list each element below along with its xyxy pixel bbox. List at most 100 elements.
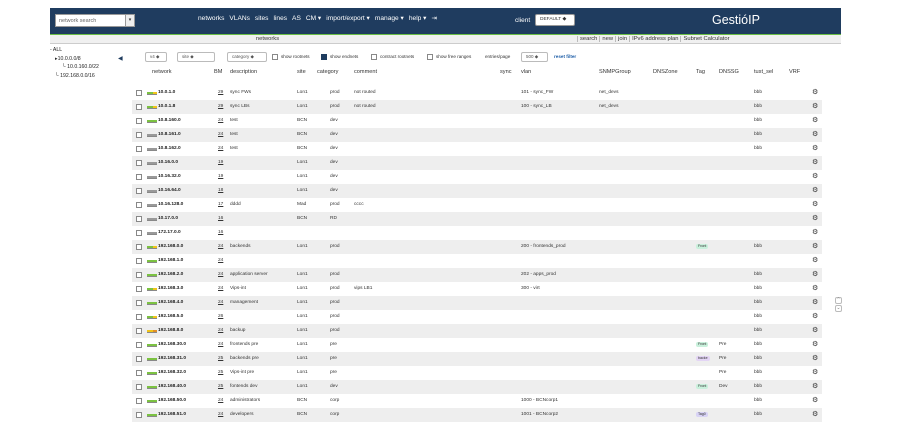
table-row[interactable]: 192.168.8.0 24 backup Lon1 prod bbb ⚙ xyxy=(132,324,822,338)
row-bitmask-link[interactable]: 24 xyxy=(218,282,223,296)
table-row[interactable]: 192.168.32.0 25 Vips-int pre Lon1 pre Pre bbb ⚙ xyxy=(132,366,822,380)
ip-version-select[interactable]: v4 ◆ xyxy=(145,52,167,62)
row-bitmask-link[interactable]: 24 xyxy=(218,296,223,310)
section-tab[interactable]: search xyxy=(577,36,600,42)
row-network-link[interactable]: 192.168.5.0 xyxy=(158,310,183,324)
row-network-link[interactable]: 192.168.32.0 xyxy=(158,366,186,380)
gear-icon[interactable]: ⚙ xyxy=(812,114,818,128)
nav-item[interactable]: AS xyxy=(292,15,301,22)
row-bitmask-link[interactable]: 24 xyxy=(218,394,223,408)
row-checkbox[interactable] xyxy=(136,202,142,208)
table-row[interactable]: 10.0.1.8 29 sync LBs Lon1 prod not routed 100 … xyxy=(132,100,822,114)
row-checkbox[interactable] xyxy=(136,258,142,264)
gear-icon[interactable]: ⚙ xyxy=(812,310,818,324)
row-checkbox[interactable] xyxy=(136,314,142,320)
table-row[interactable]: 192.168.4.0 24 management Lon1 prod bbb ⚙ xyxy=(132,296,822,310)
row-checkbox[interactable] xyxy=(136,286,142,292)
section-tab[interactable]: join xyxy=(615,36,630,42)
gear-icon[interactable]: ⚙ xyxy=(812,408,818,422)
row-bitmask-link[interactable]: 25 xyxy=(218,366,223,380)
row-bitmask-link[interactable]: 19 xyxy=(218,156,223,170)
nav-item[interactable]: help ▾ xyxy=(409,15,427,22)
gear-icon[interactable]: ⚙ xyxy=(812,324,818,338)
row-network-link[interactable]: 192.168.50.0 xyxy=(158,394,186,408)
row-network-link[interactable]: 10.0.1.8 xyxy=(158,100,175,114)
show-endnets-checkbox[interactable] xyxy=(321,54,327,60)
gear-icon[interactable]: ⚙ xyxy=(812,226,818,240)
row-checkbox[interactable] xyxy=(136,384,142,390)
column-header[interactable]: DNSSG xyxy=(719,69,739,75)
row-network-link[interactable]: 10.17.0.0 xyxy=(158,212,178,226)
column-header[interactable]: description xyxy=(230,69,257,75)
table-row[interactable]: 192.168.50.0 24 administrators BCN corp 1000 … xyxy=(132,394,822,408)
tree-item[interactable]: └ 10.0.160.0/22 xyxy=(50,63,116,72)
row-network-link[interactable]: 10.8.160.0 xyxy=(158,114,181,128)
row-bitmask-link[interactable]: 26 xyxy=(218,310,223,324)
row-network-link[interactable]: 10.16.32.0 xyxy=(158,170,181,184)
tree-item[interactable]: - ALL xyxy=(50,46,116,55)
gear-icon[interactable]: ⚙ xyxy=(812,254,818,268)
row-bitmask-link[interactable]: 24 xyxy=(218,128,223,142)
table-row[interactable]: 192.168.0.0 24 backends Lon1 prod 200 - front… xyxy=(132,240,822,254)
table-row[interactable]: 10.8.162.0 24 test BCN dev bbb ⚙ xyxy=(132,142,822,156)
table-row[interactable]: 10.0.1.0 29 sync FWs Lon1 prod not routed 101 … xyxy=(132,86,822,100)
row-bitmask-link[interactable]: 24 xyxy=(218,268,223,282)
network-search-input[interactable]: network search xyxy=(55,14,126,27)
row-network-link[interactable]: 192.168.4.0 xyxy=(158,296,183,310)
row-checkbox[interactable] xyxy=(136,300,142,306)
gear-icon[interactable]: ⚙ xyxy=(812,170,818,184)
table-row[interactable]: 10.16.128.0 17 dddd Mad prod cccc ⚙ xyxy=(132,198,822,212)
nav-item[interactable]: manage ▾ xyxy=(375,15,404,22)
search-dropdown-button[interactable]: ▾ xyxy=(125,14,135,27)
row-network-link[interactable]: 192.168.30.0 xyxy=(158,338,186,352)
show-rootnets-checkbox[interactable] xyxy=(272,54,278,60)
category-select[interactable]: category ◆ xyxy=(227,52,267,62)
row-checkbox[interactable] xyxy=(136,118,142,124)
column-header[interactable]: VRF xyxy=(789,69,800,75)
gear-icon[interactable]: ⚙ xyxy=(812,268,818,282)
row-network-link[interactable]: 10.16.128.0 xyxy=(158,198,183,212)
row-checkbox[interactable] xyxy=(136,90,142,96)
row-network-link[interactable]: 10.16.64.0 xyxy=(158,184,181,198)
show-free-ranges-checkbox[interactable] xyxy=(427,54,433,60)
gear-icon[interactable]: ⚙ xyxy=(812,352,818,366)
gear-icon[interactable]: ⚙ xyxy=(812,338,818,352)
nav-item[interactable]: ⇥ xyxy=(431,15,437,22)
site-select[interactable]: site ◆ xyxy=(177,52,215,62)
row-network-link[interactable]: 10.16.0.0 xyxy=(158,156,178,170)
section-tab[interactable]: Subnet Calculator xyxy=(680,36,732,42)
row-bitmask-link[interactable]: 24 xyxy=(218,324,223,338)
column-header[interactable]: category xyxy=(317,69,338,75)
row-bitmask-link[interactable]: 24 xyxy=(218,114,223,128)
column-header[interactable]: BM xyxy=(214,69,222,75)
row-network-link[interactable]: 10.0.1.0 xyxy=(158,86,175,100)
table-row[interactable]: 10.17.0.0 16 BCN RD ⚙ xyxy=(132,212,822,226)
contract-rootnets-checkbox[interactable] xyxy=(371,54,377,60)
row-bitmask-link[interactable]: 24 xyxy=(218,254,223,268)
gear-icon[interactable]: ⚙ xyxy=(812,128,818,142)
row-bitmask-link[interactable]: 25 xyxy=(218,352,223,366)
gear-icon[interactable]: ⚙ xyxy=(812,394,818,408)
row-checkbox[interactable] xyxy=(136,230,142,236)
section-tab[interactable]: new xyxy=(599,36,616,42)
row-checkbox[interactable] xyxy=(136,216,142,222)
table-row[interactable]: 192.168.30.0 24 frontends pre Lon1 pre Pre bbb… xyxy=(132,338,822,352)
row-bitmask-link[interactable]: 24 xyxy=(218,408,223,422)
table-row[interactable]: 10.8.160.0 24 test BCN dev bbb ⚙ xyxy=(132,114,822,128)
row-network-link[interactable]: 192.168.0.0 xyxy=(158,240,183,254)
collapse-tree-icon[interactable]: ◀ xyxy=(118,55,123,63)
row-network-link[interactable]: 192.168.40.0 xyxy=(158,380,186,394)
gear-icon[interactable]: ⚙ xyxy=(812,212,818,226)
row-bitmask-link[interactable]: 16 xyxy=(218,226,223,240)
tree-item[interactable]: └ 192.168.0.0/16 xyxy=(50,72,116,81)
row-checkbox[interactable] xyxy=(136,328,142,334)
column-header[interactable]: comment xyxy=(354,69,377,75)
column-header[interactable]: Tag xyxy=(696,69,705,75)
gear-icon[interactable]: ⚙ xyxy=(812,282,818,296)
tree-item[interactable]: ▸10.0.0.0/8 xyxy=(50,55,116,64)
gear-icon[interactable]: ⚙ xyxy=(812,100,818,114)
nav-item[interactable]: networks xyxy=(198,15,224,22)
column-header[interactable]: network xyxy=(152,69,172,75)
row-bitmask-link[interactable]: 17 xyxy=(218,198,223,212)
row-checkbox[interactable] xyxy=(136,244,142,250)
